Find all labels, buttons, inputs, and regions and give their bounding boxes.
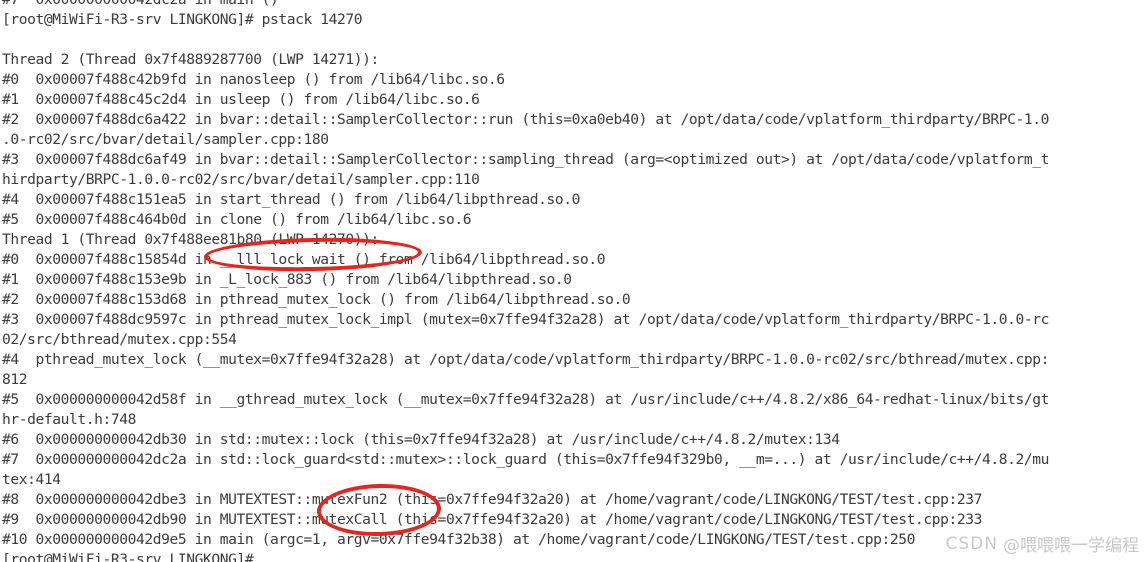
terminal-line: #1 0x00007f488c153e9b in _L_lock_883 () … bbox=[2, 271, 572, 288]
terminal-line: #5 0x00007f488c464b0d in clone () from /… bbox=[2, 211, 472, 228]
terminal-line: #8 0x000000000042dbe3 in MUTEXTEST::mute… bbox=[2, 491, 983, 508]
terminal-line: Thread 1 (Thread 0x7f488ee81b80 (LWP 142… bbox=[2, 231, 379, 248]
terminal-line: #7 0x000000000042dc2a in std::lock_guard… bbox=[2, 451, 1050, 468]
terminal-line: #0 0x00007f488c15854d in __lll_lock_wait… bbox=[2, 251, 606, 268]
terminal-line: hr-default.h:748 bbox=[2, 411, 137, 428]
terminal-line: hirdparty/BRPC-1.0.0-rc02/src/bvar/detai… bbox=[2, 171, 480, 188]
terminal-line: #7 0x000000000042dc2a in main () bbox=[0, 0, 1145, 10]
terminal-line: #10 0x000000000042d9e5 in main (argc=1, … bbox=[2, 531, 916, 548]
terminal-line: 812 bbox=[2, 371, 28, 388]
terminal-line: #6 0x000000000042db30 in std::mutex::loc… bbox=[2, 431, 840, 448]
terminal-line: .0-rc02/src/bvar/detail/sampler.cpp:180 bbox=[2, 131, 329, 148]
terminal-line: tex:414 bbox=[2, 471, 61, 488]
terminal-line: #4 0x00007f488c151ea5 in start_thread ()… bbox=[2, 191, 580, 208]
terminal-line: #1 0x00007f488c45c2d4 in usleep () from … bbox=[2, 91, 480, 108]
terminal-line: #3 0x00007f488dc6af49 in bvar::detail::S… bbox=[2, 151, 1050, 168]
terminal-window: #7 0x000000000042dc2a in main ()[root@Mi… bbox=[0, 0, 1145, 562]
terminal-line: #4 pthread_mutex_lock (__mutex=0x7ffe94f… bbox=[2, 351, 1050, 368]
terminal-line: #9 0x000000000042db90 in MUTEXTEST::mute… bbox=[2, 511, 983, 528]
terminal-line: #2 0x00007f488c153d68 in pthread_mutex_l… bbox=[2, 291, 631, 308]
terminal-line: [root@MiWiFi-R3-srv LINGKONG]# pstack 14… bbox=[2, 11, 363, 28]
terminal-line: #0 0x00007f488c42b9fd in nanosleep () fr… bbox=[2, 71, 505, 88]
terminal-line: #5 0x000000000042d58f in __gthread_mutex… bbox=[2, 391, 1050, 408]
terminal-line: [root@MiWiFi-R3-srv LINGKONG]# bbox=[2, 551, 254, 562]
terminal-line: Thread 2 (Thread 0x7f4889287700 (LWP 142… bbox=[2, 51, 379, 68]
terminal-output[interactable]: #7 0x000000000042dc2a in main ()[root@Mi… bbox=[0, 0, 1145, 562]
terminal-line: #2 0x00007f488dc6a422 in bvar::detail::S… bbox=[2, 111, 1050, 128]
terminal-line: #3 0x00007f488dc9597c in pthread_mutex_l… bbox=[2, 311, 1050, 328]
terminal-line: 02/src/bthread/mutex.cpp:554 bbox=[2, 331, 237, 348]
